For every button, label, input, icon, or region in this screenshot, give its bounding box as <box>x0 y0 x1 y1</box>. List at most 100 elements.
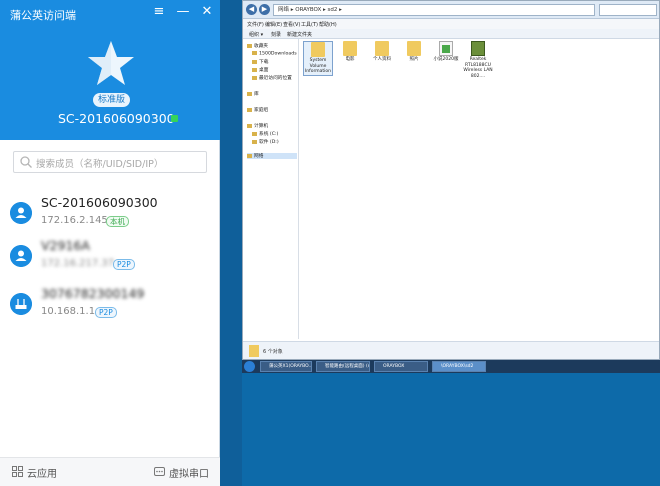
nav-label: 库 <box>254 92 259 97</box>
burn-button[interactable]: 刻录 <box>271 31 281 38</box>
taskbar-item[interactable]: ORAYBOX <box>374 361 428 372</box>
device-ip: 10.168.1.1 <box>41 306 96 317</box>
nav-item[interactable]: 桌面 <box>252 67 268 73</box>
file-item[interactable]: Realtek RTL8188CU Wireless LAN 802.... <box>463 41 493 79</box>
nav-libraries[interactable]: 库 <box>247 91 259 97</box>
monitor-icon <box>10 245 32 267</box>
search-box[interactable]: 搜索成员（名称/UID/SID/IP） <box>13 151 207 173</box>
folder-icon <box>252 67 257 72</box>
star-avatar-icon <box>88 41 134 85</box>
menu-help[interactable]: 帮助(H) <box>319 21 337 28</box>
library-icon <box>247 91 252 96</box>
grid-icon <box>12 466 23 477</box>
device-item[interactable]: V2916A 172.16.217.37 P2P <box>0 236 220 278</box>
taskbar-item-active[interactable]: \ORAYBOX\sd2 <box>432 361 486 372</box>
folder-icon <box>252 51 257 55</box>
search-input[interactable]: 搜索成员（名称/UID/SID/IP） <box>36 156 163 170</box>
menu-icon[interactable]: ≡ <box>151 4 167 19</box>
file-item[interactable]: 小说2020版 <box>431 41 461 63</box>
nav-computer[interactable]: 计算机 <box>247 123 268 129</box>
menu-bar: 文件(F) 编辑(E) 查看(V) 工具(T) 帮助(H) <box>243 19 659 29</box>
nav-label: 收藏夹 <box>254 44 269 49</box>
nav-item[interactable]: 下载 <box>252 59 268 65</box>
navigation-pane: 收藏夹 1500Downloads 下载 桌面 最近访问的位置 库 家庭组 计算… <box>243 39 299 339</box>
folder-icon <box>311 42 325 57</box>
folder-icon <box>375 41 389 56</box>
menu-edit[interactable]: 编辑(E) <box>265 21 282 28</box>
folder-icon <box>407 41 421 56</box>
nav-label: 计算机 <box>254 124 269 129</box>
virtual-serial-label: 虚拟串口 <box>169 469 209 480</box>
device-item[interactable]: 3076782300149 10.168.1.1 P2P <box>0 284 220 326</box>
file-name: Realtek RTL8188CU Wireless LAN 802.... <box>463 57 493 79</box>
start-button[interactable] <box>244 361 255 372</box>
nav-homegroup[interactable]: 家庭组 <box>247 107 268 113</box>
online-status-icon <box>171 115 178 122</box>
status-bar: 6 个对象 <box>243 341 659 359</box>
remote-desktop[interactable]: ◀ ▶ 网络 ▸ ORAYBOX ▸ sd2 ▸ 文件(F) 编辑(E) 查看(… <box>242 0 660 486</box>
file-list: System Volume Information 电影 个人资料 照片 小说2… <box>301 39 657 339</box>
file-name: 个人资料 <box>373 57 391 62</box>
file-item[interactable]: 照片 <box>399 41 429 63</box>
file-name: 照片 <box>409 57 419 62</box>
router-icon <box>10 293 32 315</box>
taskbar-item[interactable]: 智能路由(远程桌面) (n... <box>316 361 370 372</box>
menu-tools[interactable]: 工具(T) <box>301 21 318 28</box>
app-window: 蒲公英访问端 ≡ — ✕ 标准版 SC-201606090300 搜索成员（名称… <box>0 0 220 486</box>
serial-port-icon <box>154 467 165 476</box>
status-text: 6 个对象 <box>263 349 283 355</box>
device-badge: 本机 <box>106 216 129 227</box>
file-explorer-window: ◀ ▶ 网络 ▸ ORAYBOX ▸ sd2 ▸ 文件(F) 编辑(E) 查看(… <box>242 0 660 360</box>
explorer-search-input[interactable] <box>599 4 657 16</box>
nav-drive[interactable]: 系统 (C:) <box>252 131 278 137</box>
taskbar-item[interactable]: 蒲公英X1(ORAYBO... <box>260 361 312 372</box>
menu-file[interactable]: 文件(F) <box>247 21 264 28</box>
organize-button[interactable]: 组织 ▾ <box>249 31 263 38</box>
file-item[interactable]: 电影 <box>335 41 365 63</box>
folder-icon <box>343 41 357 56</box>
folder-icon <box>252 75 257 80</box>
taskbar: 蒲公英X1(ORAYBO... 智能路由(远程桌面) (n... ORAYBOX… <box>242 360 660 373</box>
host-name: SC-201606090300 <box>58 111 175 126</box>
device-name: V2916A <box>41 238 90 253</box>
device-ip: 172.16.2.145 <box>41 215 108 226</box>
device-badge: P2P <box>95 307 117 318</box>
nav-drive[interactable]: 软件 (D:) <box>252 139 279 145</box>
nav-item[interactable]: 最近访问的位置 <box>252 75 292 81</box>
toolbar: 组织 ▾ 刻录 新建文件夹 <box>243 29 659 39</box>
cloud-apps-label: 云应用 <box>27 469 57 480</box>
folder-icon <box>249 345 259 357</box>
menu-view[interactable]: 查看(V) <box>283 21 300 28</box>
nav-label: 软件 (D:) <box>259 140 279 145</box>
computer-icon <box>247 123 252 128</box>
device-name: SC-201606090300 <box>41 195 158 210</box>
file-name: 小说2020版 <box>433 57 459 62</box>
network-icon <box>247 153 252 158</box>
homegroup-icon <box>247 107 252 112</box>
new-folder-button[interactable]: 新建文件夹 <box>287 31 312 38</box>
star-icon <box>247 43 252 48</box>
nav-label: 系统 (C:) <box>259 132 279 137</box>
device-ip: 172.16.217.37 <box>41 258 115 269</box>
file-name: 电影 <box>345 57 355 62</box>
back-icon[interactable]: ◀ <box>246 4 257 15</box>
drive-icon <box>252 131 257 136</box>
minimize-icon[interactable]: — <box>175 4 191 19</box>
forward-icon[interactable]: ▶ <box>259 4 270 15</box>
file-item[interactable]: 个人资料 <box>367 41 397 63</box>
edition-badge: 标准版 <box>93 93 131 107</box>
file-name: System Volume Information <box>304 58 332 74</box>
installer-icon <box>471 41 485 56</box>
file-item[interactable]: System Volume Information <box>303 41 333 76</box>
device-item[interactable]: SC-201606090300 172.16.2.145 本机 <box>0 193 220 235</box>
document-icon <box>439 41 453 56</box>
address-bar-area: ◀ ▶ 网络 ▸ ORAYBOX ▸ sd2 ▸ <box>243 1 659 19</box>
nav-label: 1500Downloads <box>259 51 297 57</box>
close-icon[interactable]: ✕ <box>199 4 215 19</box>
nav-item[interactable]: 1500Downloads <box>252 51 297 57</box>
app-title: 蒲公英访问端 <box>10 9 76 22</box>
address-input[interactable]: 网络 ▸ ORAYBOX ▸ sd2 ▸ <box>273 4 595 16</box>
nav-network[interactable]: 网络 <box>247 153 297 159</box>
nav-favorites[interactable]: 收藏夹 <box>247 43 268 49</box>
nav-label: 下载 <box>259 60 269 65</box>
